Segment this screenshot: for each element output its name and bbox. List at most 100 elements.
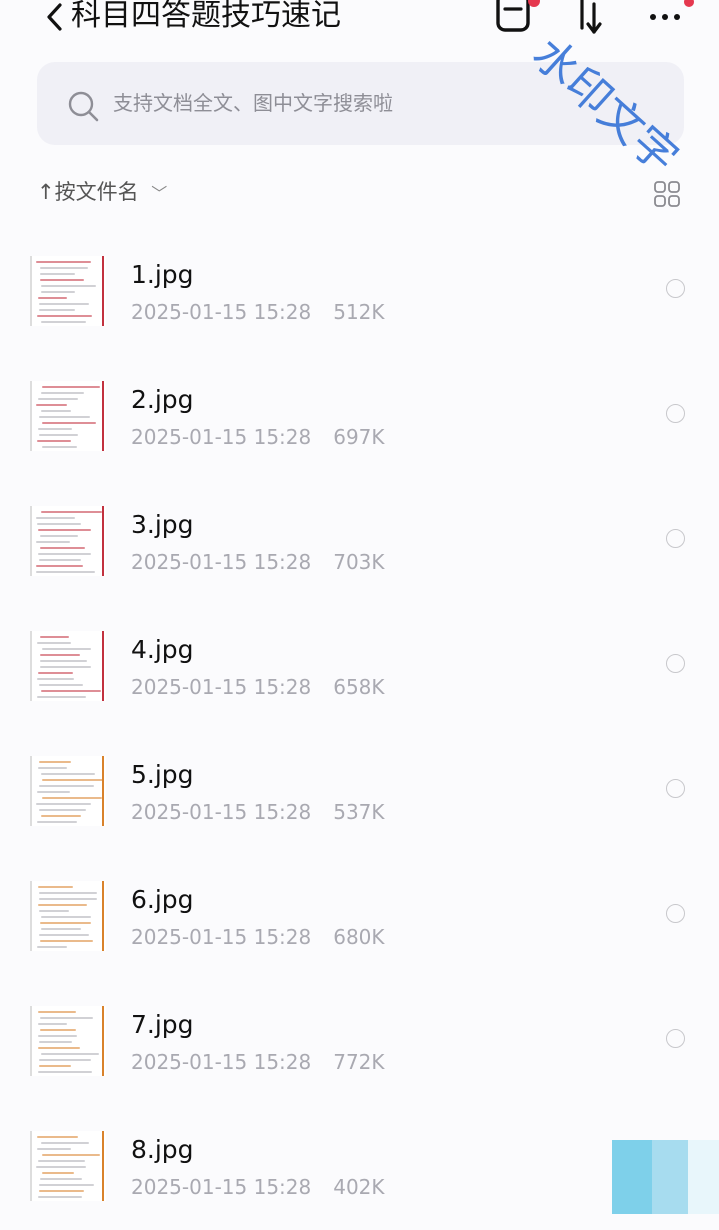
file-meta: 2025-01-15 15:28 703K (131, 548, 385, 576)
thumbnail-edge (102, 506, 104, 576)
search-input[interactable]: 支持文档全文、图中文字搜索啦 (37, 62, 684, 145)
thumbnail-line (42, 648, 91, 650)
file-size: 537K (333, 800, 385, 824)
thumbnail-line (41, 928, 81, 930)
thumbnail-line (38, 428, 72, 430)
thumbnail-line (39, 1059, 91, 1061)
thumbnail-line (40, 1029, 76, 1031)
thumbnail-line (39, 761, 71, 763)
thumbnail-line (38, 672, 73, 674)
thumbnail-line (36, 261, 91, 263)
file-name: 1.jpg (131, 260, 194, 289)
thumbnail-line (38, 1035, 77, 1037)
thumbnail-line (36, 1166, 86, 1168)
file-row[interactable]: 4.jpg 2025-01-15 15:28 658K (0, 605, 719, 730)
notification-dot (684, 0, 694, 7)
file-name: 3.jpg (131, 510, 194, 539)
grid-view-icon[interactable] (653, 180, 681, 208)
thumbnail-line (39, 785, 94, 787)
thumbnail-line (41, 392, 84, 394)
select-radio[interactable] (666, 404, 685, 423)
thumbnail-line (36, 565, 83, 567)
thumbnail-line (41, 690, 101, 692)
select-radio[interactable] (666, 279, 685, 298)
thumbnail-line (40, 267, 88, 269)
file-row[interactable]: 5.jpg 2025-01-15 15:28 537K (0, 730, 719, 855)
thumbnail-line (40, 547, 85, 549)
thumbnail-edge (102, 756, 104, 826)
thumbnail-line (37, 315, 92, 317)
thumbnail-edge (102, 1131, 104, 1201)
file-date: 2025-01-15 15:28 (131, 800, 312, 824)
file-date: 2025-01-15 15:28 (131, 1050, 312, 1074)
thumbnail-edge (102, 631, 104, 701)
file-name: 8.jpg (131, 1135, 194, 1164)
file-row[interactable]: 2.jpg 2025-01-15 15:28 697K (0, 355, 719, 480)
thumbnail-edge (102, 256, 104, 326)
thumbnail-line (38, 529, 91, 531)
file-date: 2025-01-15 15:28 (131, 425, 312, 449)
thumbnail-line (39, 309, 75, 311)
search-placeholder: 支持文档全文、图中文字搜索啦 (113, 91, 393, 115)
thumbnail-line (38, 1196, 82, 1198)
file-meta: 2025-01-15 15:28 697K (131, 423, 385, 451)
file-row[interactable]: 3.jpg 2025-01-15 15:28 703K (0, 480, 719, 605)
file-size: 658K (333, 675, 385, 699)
thumbnail-line (39, 303, 89, 305)
thumbnail-line (39, 684, 83, 686)
file-thumbnail (30, 631, 106, 701)
thumbnail-line (42, 797, 102, 799)
thumbnail-line (40, 1178, 82, 1180)
thumbnail-line (40, 279, 84, 281)
file-thumbnail (30, 256, 106, 326)
file-row[interactable]: 7.jpg 2025-01-15 15:28 772K (0, 980, 719, 1105)
file-row[interactable]: 6.jpg 2025-01-15 15:28 680K (0, 855, 719, 980)
file-date: 2025-01-15 15:28 (131, 550, 312, 574)
thumbnail-line (40, 666, 91, 668)
sort-dropdown[interactable]: ↑按文件名 ﹀ (37, 177, 167, 209)
thumbnail-line (36, 517, 75, 519)
file-row[interactable]: 1.jpg 2025-01-15 15:28 512K (0, 230, 719, 355)
select-radio[interactable] (666, 529, 685, 548)
file-box-icon[interactable] (494, 0, 544, 34)
file-thumbnail (30, 881, 106, 951)
sort-arrows-icon[interactable] (572, 0, 606, 34)
thumbnail-line (39, 934, 89, 936)
file-date: 2025-01-15 15:28 (131, 300, 312, 324)
page-title: 科目四答题技巧速记 (71, 0, 341, 33)
thumbnail-line (40, 1017, 93, 1019)
thumbnail-line (42, 386, 100, 388)
thumbnail-line (41, 815, 81, 817)
select-radio[interactable] (666, 779, 685, 798)
thumbnail-line (37, 791, 70, 793)
file-date: 2025-01-15 15:28 (131, 925, 312, 949)
file-meta: 2025-01-15 15:28 512K (131, 298, 385, 326)
select-radio[interactable] (666, 904, 685, 923)
more-icon[interactable] (645, 0, 719, 34)
thumbnail-line (37, 678, 74, 680)
thumbnail-line (39, 898, 97, 900)
file-size: 772K (333, 1050, 385, 1074)
thumbnail-line (39, 434, 78, 436)
select-radio[interactable] (666, 654, 685, 673)
file-meta: 2025-01-15 15:28 680K (131, 923, 385, 951)
thumbnail-line (39, 1041, 72, 1043)
thumbnail-line (39, 559, 81, 561)
thumbnail-line (39, 809, 86, 811)
thumbnail-line (38, 1023, 67, 1025)
thumbnail-line (42, 1172, 74, 1174)
thumbnail-line (38, 553, 91, 555)
corner-overlay (612, 1140, 719, 1214)
back-chevron-icon[interactable] (40, 0, 70, 36)
thumbnail-line (37, 1148, 71, 1150)
thumbnail-line (41, 916, 91, 918)
thumbnail-line (39, 910, 69, 912)
thumbnail-line (41, 410, 71, 412)
notification-dot (528, 0, 540, 7)
select-radio[interactable] (666, 1029, 685, 1048)
file-meta: 2025-01-15 15:28 772K (131, 1048, 385, 1076)
thumbnail-line (37, 642, 71, 644)
thumbnail-line (38, 904, 87, 906)
thumbnail-line (38, 1160, 85, 1162)
thumbnail-line (38, 767, 67, 769)
